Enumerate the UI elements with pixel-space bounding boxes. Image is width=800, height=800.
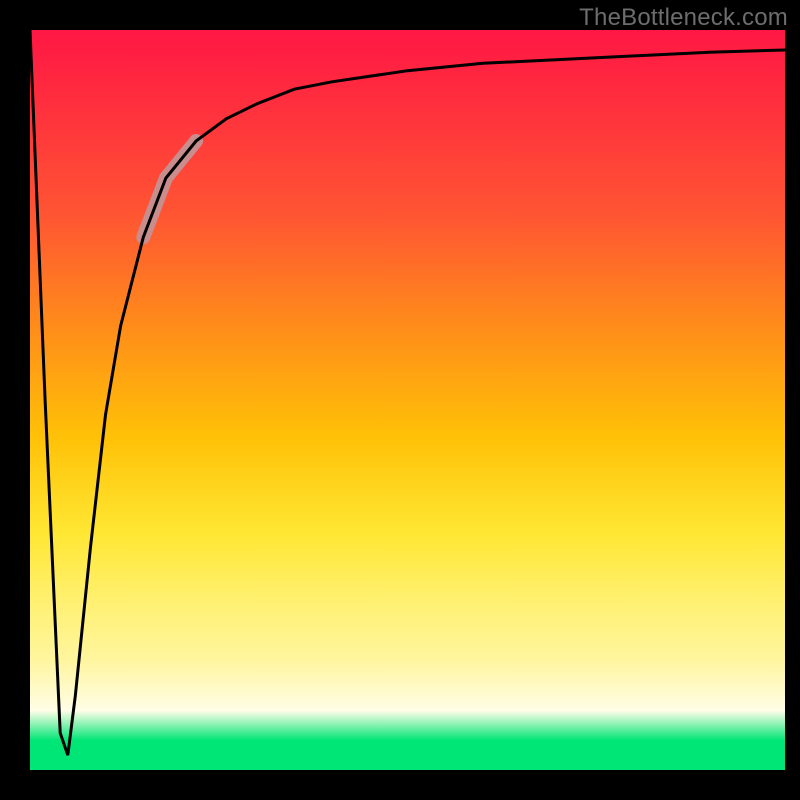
bottleneck-curve — [30, 30, 785, 755]
curve-svg — [30, 30, 785, 770]
chart-frame: TheBottleneck.com — [0, 0, 800, 800]
curve-highlight — [143, 141, 196, 237]
watermark-text: TheBottleneck.com — [579, 4, 788, 32]
plot-area — [30, 30, 785, 770]
